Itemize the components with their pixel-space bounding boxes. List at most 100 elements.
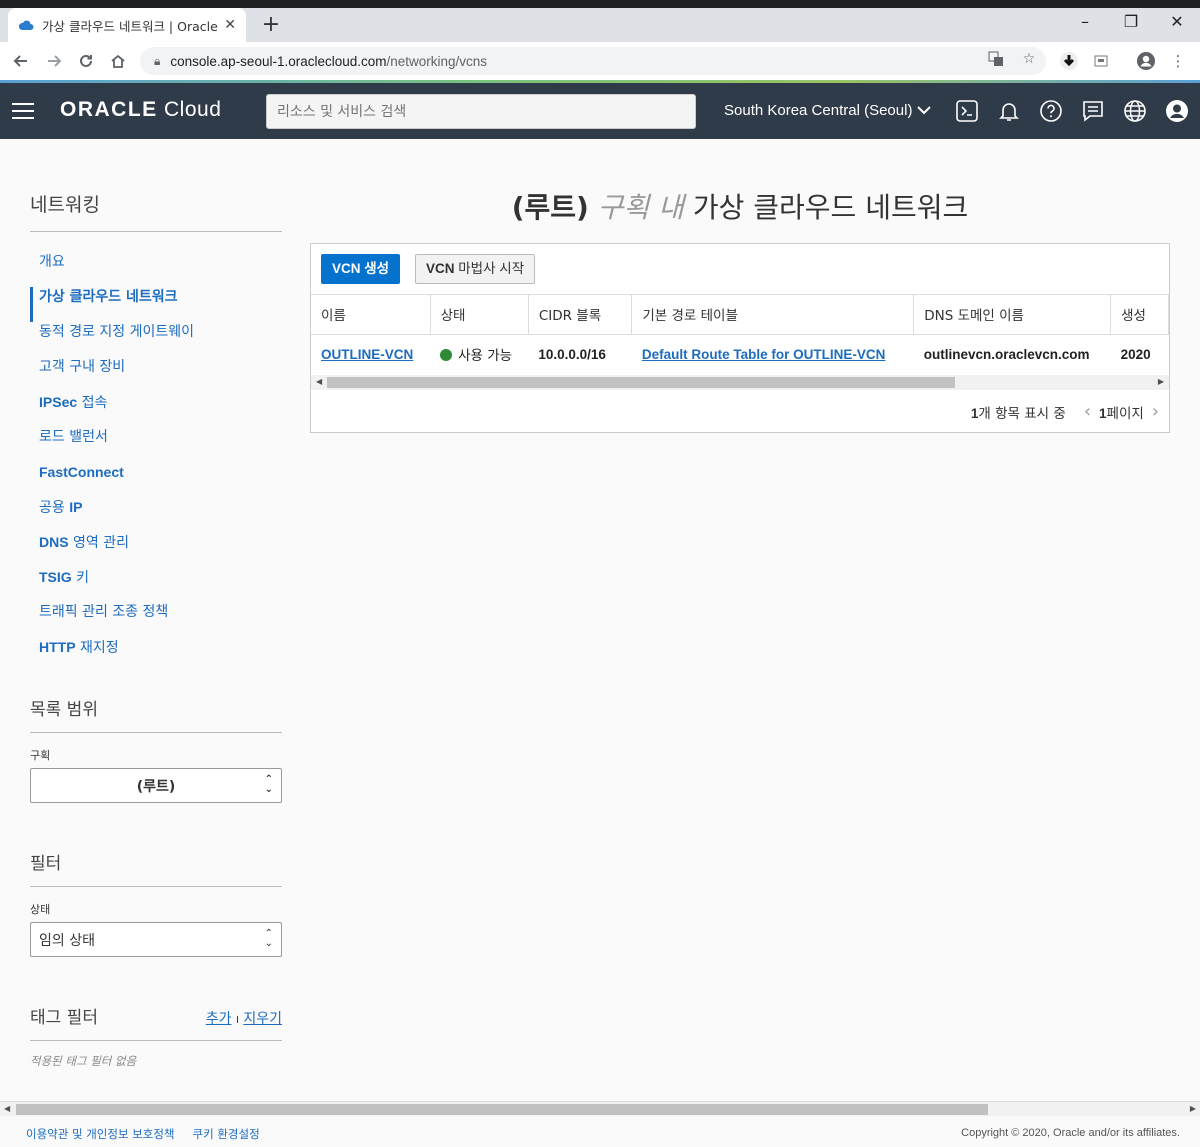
table-header-row: 이름 상태 CIDR 블록 기본 경로 테이블 DNS 도메인 이름 생성 bbox=[311, 295, 1169, 335]
no-tag-filters-text: 적용된 태그 필터 없음 bbox=[30, 1054, 137, 1068]
state-select[interactable]: 임의 상태 ⌃ ⌄ bbox=[30, 922, 282, 957]
sidebar-item-public-ip[interactable]: 공용 IP bbox=[30, 497, 282, 532]
column-header-created[interactable]: 생성 bbox=[1110, 295, 1169, 335]
tag-filter-title: 태그 필터 bbox=[30, 1008, 98, 1028]
reload-icon[interactable] bbox=[75, 50, 97, 72]
maximize-button[interactable]: ❐ bbox=[1108, 12, 1154, 31]
language-globe-icon[interactable] bbox=[1121, 97, 1149, 125]
scroll-left-arrow-icon[interactable]: ◀ bbox=[4, 1104, 10, 1113]
tag-filter-header: 태그 필터 추가 I 지우기 bbox=[30, 1003, 282, 1041]
tab-close-icon[interactable]: ✕ bbox=[224, 17, 236, 33]
table-horizontal-scrollbar[interactable]: ◀ ▶ bbox=[311, 375, 1169, 390]
column-header-cidr[interactable]: CIDR 블록 bbox=[528, 295, 633, 335]
sidebar-item-tsig[interactable]: TSIG 키 bbox=[30, 567, 282, 602]
cookie-preferences-link[interactable]: 쿠키 환경설정 bbox=[193, 1126, 260, 1142]
oracle-cloud-logo[interactable]: ORACLE Cloud bbox=[60, 98, 221, 122]
sidebar-title: 네트워킹 bbox=[30, 190, 282, 232]
feedback-chat-icon[interactable] bbox=[1079, 97, 1107, 125]
sidebar: 네트워킹 개요 가상 클라우드 네트워크 동적 경로 지정 게이트웨이 고객 구… bbox=[30, 190, 282, 1069]
page-scrollbar-thumb[interactable] bbox=[16, 1104, 988, 1115]
status-available-icon bbox=[440, 349, 453, 362]
lock-icon: 🔒︎ bbox=[154, 53, 161, 68]
url-host: console.ap-seoul-1.oraclecloud.com bbox=[170, 53, 387, 69]
vcn-table-wrapper: 이름 상태 CIDR 블록 기본 경로 테이블 DNS 도메인 이름 생성 OU… bbox=[311, 295, 1169, 391]
console-header: ORACLE Cloud South Korea Central (Seoul) bbox=[0, 83, 1200, 139]
vcn-table: 이름 상태 CIDR 블록 기본 경로 테이블 DNS 도메인 이름 생성 OU… bbox=[311, 295, 1169, 374]
extension-download-icon[interactable] bbox=[1057, 49, 1081, 73]
sidebar-item-overview[interactable]: 개요 bbox=[30, 252, 282, 287]
sidebar-item-drg[interactable]: 동적 경로 지정 게이트웨이 bbox=[30, 322, 282, 357]
browser-menu-icon[interactable]: ⋮ bbox=[1166, 49, 1190, 73]
cidr-cell: 10.0.0.0/16 bbox=[538, 346, 606, 362]
privacy-policy-link[interactable]: 이용약관 및 개인정보 보호정책 bbox=[26, 1126, 175, 1142]
compartment-label: 구획 bbox=[30, 749, 51, 762]
vcn-name-link[interactable]: OUTLINE-VCN bbox=[321, 347, 413, 362]
scroll-right-arrow-icon[interactable]: ▶ bbox=[1158, 377, 1164, 386]
scroll-left-arrow-icon[interactable]: ◀ bbox=[316, 377, 322, 386]
home-icon[interactable] bbox=[107, 50, 129, 72]
vcn-list-panel: VCN 생성 VCN 마법사 시작 이름 상태 CIDR 블록 기본 경로 테이… bbox=[310, 243, 1170, 433]
address-bar-row: 🔒︎ console.ap-seoul-1.oraclecloud.com/ne… bbox=[0, 42, 1200, 80]
scroll-right-arrow-icon[interactable]: ▶ bbox=[1190, 1104, 1196, 1113]
forward-arrow-icon[interactable] bbox=[43, 50, 65, 72]
sidebar-item-dns[interactable]: DNS 영역 관리 bbox=[30, 532, 282, 567]
hamburger-menu-icon[interactable] bbox=[12, 103, 34, 119]
created-cell: 2020 bbox=[1120, 346, 1151, 362]
browser-tab[interactable]: 가상 클라우드 네트워크 | Oracle ✕ bbox=[8, 8, 246, 42]
table-scrollbar-thumb[interactable] bbox=[327, 377, 955, 388]
start-vcn-wizard-button[interactable]: VCN 마법사 시작 bbox=[415, 254, 536, 284]
sidebar-item-traffic-steering[interactable]: 트래픽 관리 조종 정책 bbox=[30, 602, 282, 637]
tag-clear-link[interactable]: 지우기 bbox=[243, 1011, 282, 1027]
help-icon[interactable] bbox=[1037, 97, 1065, 125]
vcn-toolbar: VCN 생성 VCN 마법사 시작 bbox=[311, 244, 1169, 295]
url-path: /networking/vcns bbox=[386, 53, 488, 69]
bookmark-star-icon[interactable]: ☆ bbox=[1019, 51, 1039, 71]
sidebar-item-fastconnect[interactable]: FastConnect bbox=[30, 462, 282, 497]
column-header-status[interactable]: 상태 bbox=[430, 295, 529, 335]
sidebar-item-http-redirect[interactable]: HTTP 재지정 bbox=[30, 637, 282, 672]
column-header-route-table[interactable]: 기본 경로 테이블 bbox=[631, 295, 915, 335]
create-vcn-button[interactable]: VCN 생성 bbox=[321, 254, 401, 284]
compartment-value: (루트) bbox=[136, 778, 176, 795]
profile-icon[interactable] bbox=[1134, 49, 1158, 73]
page-indicator: 1페이지 bbox=[1099, 405, 1144, 422]
region-selector[interactable]: South Korea Central (Seoul) bbox=[724, 102, 931, 119]
notifications-bell-icon[interactable] bbox=[995, 97, 1023, 125]
new-tab-button[interactable]: + bbox=[258, 12, 284, 37]
tag-add-link[interactable]: 추가 bbox=[206, 1011, 232, 1027]
footer: 이용약관 및 개인정보 보호정책 쿠키 환경설정 Copyright © 202… bbox=[0, 1117, 1200, 1147]
item-count: 1개 항목 표시 중 bbox=[970, 405, 1066, 422]
dns-cell: outlinevcn.oraclevcn.com bbox=[923, 346, 1090, 362]
os-title-strip bbox=[0, 0, 1200, 8]
sidebar-item-load-balancer[interactable]: 로드 밸런서 bbox=[30, 427, 282, 462]
chevron-down-icon bbox=[916, 102, 931, 119]
page-horizontal-scrollbar[interactable]: ◀ ▶ bbox=[0, 1101, 1200, 1116]
column-header-dns[interactable]: DNS 도메인 이름 bbox=[913, 295, 1112, 335]
sidebar-item-vcn[interactable]: 가상 클라우드 네트워크 bbox=[30, 287, 282, 322]
close-window-button[interactable]: ✕ bbox=[1154, 12, 1200, 31]
tab-title: 가상 클라우드 네트워크 | Oracle bbox=[42, 18, 218, 34]
next-page-chevron-icon[interactable]: › bbox=[1152, 401, 1159, 422]
translate-icon[interactable] bbox=[986, 51, 1006, 71]
select-updown-icon: ⌃ ⌄ bbox=[264, 774, 273, 795]
filter-title: 필터 bbox=[30, 849, 282, 887]
copyright-text: Copyright © 2020, Oracle and/or its affi… bbox=[961, 1127, 1180, 1139]
column-header-name[interactable]: 이름 bbox=[311, 295, 431, 335]
back-arrow-icon[interactable] bbox=[10, 50, 32, 72]
sidebar-item-cpe[interactable]: 고객 구내 장비 bbox=[30, 357, 282, 392]
cloud-shell-icon[interactable] bbox=[953, 97, 981, 125]
route-table-link[interactable]: Default Route Table for OUTLINE-VCN bbox=[642, 347, 886, 362]
extension-icon[interactable] bbox=[1089, 49, 1113, 73]
list-scope-title: 목록 범위 bbox=[30, 695, 282, 733]
compartment-select[interactable]: (루트) ⌃ ⌄ bbox=[30, 768, 282, 803]
prev-page-chevron-icon[interactable]: ‹ bbox=[1084, 401, 1091, 422]
minimize-button[interactable]: – bbox=[1062, 12, 1108, 31]
url-input[interactable]: 🔒︎ console.ap-seoul-1.oraclecloud.com/ne… bbox=[140, 47, 1046, 75]
resource-search-input[interactable] bbox=[266, 94, 696, 129]
region-label: South Korea Central (Seoul) bbox=[724, 102, 913, 119]
page-title: (루트) 구획 내 가상 클라우드 네트워크 bbox=[511, 191, 969, 224]
status-text: 사용 가능 bbox=[458, 348, 513, 365]
sidebar-item-ipsec[interactable]: IPSec 접속 bbox=[30, 392, 282, 427]
user-profile-icon[interactable] bbox=[1163, 97, 1191, 125]
select-updown-icon: ⌃ ⌄ bbox=[264, 928, 273, 949]
